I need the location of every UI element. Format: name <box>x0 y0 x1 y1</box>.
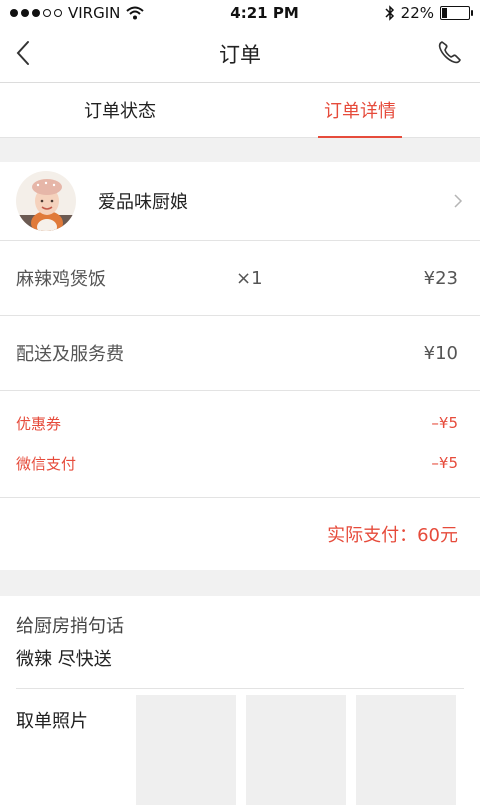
photos-label: 取单照片 <box>16 711 88 732</box>
chef-name: 爱品味厨娘 <box>98 192 188 213</box>
status-bar: VIRGIN 4:21 PM 22% <box>0 0 480 26</box>
battery-percent: 22% <box>400 4 434 22</box>
fee-label: 配送及服务费 <box>16 344 124 365</box>
fee-row: 配送及服务费 ¥10 <box>0 316 480 391</box>
back-chevron-icon[interactable] <box>10 38 40 68</box>
fee-price: ¥10 <box>423 342 458 364</box>
section-gap <box>0 138 480 162</box>
discount-row: 优惠券 –¥5 <box>16 403 458 443</box>
photo-slot[interactable] <box>246 695 346 805</box>
tab-bar: 订单状态 订单详情 <box>0 83 480 138</box>
phone-icon[interactable] <box>436 40 462 66</box>
status-right: 22% <box>385 4 473 22</box>
photo-slot[interactable] <box>356 695 456 805</box>
photo-slots <box>136 695 456 805</box>
nav-bar: 订单 <box>0 26 480 83</box>
item-quantity: ×1 <box>236 267 263 289</box>
chef-row[interactable]: 爱品味厨娘 <box>0 162 480 241</box>
note-label: 给厨房捎句话 <box>16 616 124 637</box>
note-text: 微辣 尽快送 <box>16 649 112 670</box>
chef-avatar <box>16 171 76 231</box>
item-price: ¥23 <box>423 267 458 289</box>
discount-label: 微信支付 <box>16 454 77 473</box>
chevron-right-icon <box>454 194 463 208</box>
discount-label: 优惠券 <box>16 414 62 433</box>
battery-icon <box>440 6 473 20</box>
section-gap <box>0 570 480 596</box>
discount-amount: –¥5 <box>431 414 458 432</box>
kitchen-note-section: 给厨房捎句话 微辣 尽快送 <box>0 596 480 689</box>
item-name: 麻辣鸡煲饭 <box>16 269 106 290</box>
tab-label: 订单详情 <box>324 101 396 122</box>
tab-label: 订单状态 <box>84 101 156 122</box>
total-paid: 实际支付：60元 <box>327 525 458 546</box>
status-time: 4:21 PM <box>230 4 299 22</box>
wifi-icon <box>126 6 145 20</box>
battery-fill <box>442 8 447 18</box>
page-title: 订单 <box>219 43 261 67</box>
tab-order-status[interactable]: 订单状态 <box>0 83 240 137</box>
total-row: 实际支付：60元 <box>0 498 480 570</box>
order-item-row: 麻辣鸡煲饭 ×1 ¥23 <box>0 241 480 316</box>
carrier-label: VIRGIN <box>68 4 121 22</box>
status-left: VIRGIN <box>10 4 145 22</box>
tab-order-details[interactable]: 订单详情 <box>240 83 480 137</box>
discount-row: 微信支付 –¥5 <box>16 443 458 483</box>
pickup-photos-section: 取单照片 <box>0 689 480 805</box>
bluetooth-icon <box>385 5 394 21</box>
photo-slot[interactable] <box>136 695 236 805</box>
discount-amount: –¥5 <box>431 454 458 472</box>
signal-dots-icon <box>10 9 62 17</box>
discounts-section: 优惠券 –¥5 微信支付 –¥5 <box>0 391 480 498</box>
